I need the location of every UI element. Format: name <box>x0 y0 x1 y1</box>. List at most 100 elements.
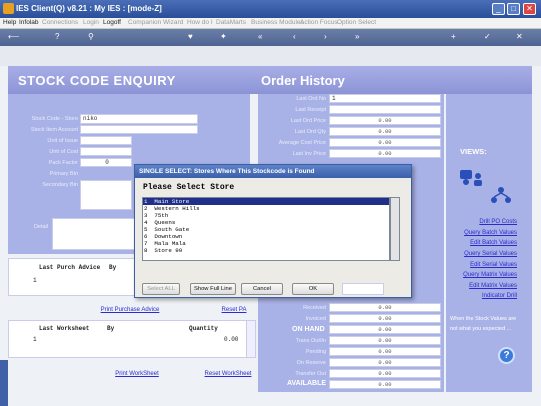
users-icon[interactable] <box>458 166 484 188</box>
pending-value: 0.00 <box>329 347 441 356</box>
search-icon[interactable]: ⚲ <box>88 32 94 41</box>
store-item[interactable]: 6 Downtown <box>143 233 389 240</box>
close-icon[interactable]: ✕ <box>516 32 523 41</box>
maximize-button[interactable]: □ <box>507 3 520 15</box>
store-select-dialog: SINGLE SELECT: Stores Where This Stockco… <box>134 164 412 298</box>
print-worksheet-link[interactable]: Print WorkSheet <box>112 371 162 377</box>
views-note-line2: not what you expected ... <box>450 326 512 332</box>
check-icon[interactable]: ✓ <box>484 32 491 41</box>
menu-item-wizard[interactable]: Wizard <box>163 19 183 26</box>
help-icon[interactable]: ? <box>55 32 59 41</box>
secondary-bin-field[interactable] <box>80 180 132 210</box>
pending-label: Pending <box>305 349 326 355</box>
views-title: VIEWS: <box>460 147 487 156</box>
menu-item-logoff[interactable]: Logoff <box>103 19 121 26</box>
heart-icon[interactable]: ♥ <box>188 32 193 41</box>
last-inv-price-value: 0.00 <box>329 149 441 158</box>
header-band <box>0 46 541 66</box>
stock-code-label: Stock Code - Store <box>31 116 78 122</box>
store-item[interactable]: 1 Main Store <box>143 198 389 205</box>
store-item[interactable]: 4 Queens <box>143 219 389 226</box>
ws-col-worksheet: Last Worksheet <box>39 325 90 332</box>
app-window: IES Client(Q) v8.21 : My IES : [mode-Z] … <box>0 0 541 406</box>
received-value: 0.00 <box>329 303 441 312</box>
query-serial-values-link[interactable]: Query Serial Values <box>446 251 517 257</box>
received-label: Received <box>303 305 326 311</box>
hierarchy-icon[interactable] <box>490 186 512 204</box>
back-icon[interactable]: ⟵ <box>8 32 19 41</box>
ws-row-number: 1 <box>33 336 37 343</box>
reset-worksheet-link[interactable]: Reset WorkSheet <box>200 371 256 377</box>
edit-batch-values-link[interactable]: Edit Batch Values <box>446 240 517 246</box>
unit-of-cost-field[interactable] <box>80 147 132 156</box>
invoiced-label: Invoiced <box>305 316 327 322</box>
rewind-icon[interactable]: « <box>258 32 262 41</box>
window-title: IES Client(Q) v8.21 : My IES : [mode-Z] <box>16 4 162 13</box>
last-ord-no-label: Last Ord No <box>296 96 326 102</box>
stock-code-field[interactable]: niko <box>80 114 198 124</box>
available-label: AVAILABLE <box>287 380 327 387</box>
dialog-input[interactable] <box>342 283 384 295</box>
select-all-button[interactable]: Select ALL <box>142 283 180 295</box>
reset-pa-link[interactable]: Reset PA <box>214 307 254 313</box>
primary-bin-label: Primary Bin <box>49 171 78 177</box>
on-hand-value: 0.00 <box>329 325 441 334</box>
store-item[interactable]: 3 75th <box>143 212 389 219</box>
last-ord-qty-label: Last Ord Qty <box>294 129 326 135</box>
plus-icon[interactable]: + <box>451 32 456 41</box>
menu-item-connections[interactable]: Connections <box>42 19 78 26</box>
prev-icon[interactable]: ‹ <box>293 32 296 41</box>
print-purchase-advice-link[interactable]: Print Purchase Advice <box>96 307 164 313</box>
menu-item-login[interactable]: Login <box>83 19 99 26</box>
last-ord-price-value: 0.00 <box>329 116 441 125</box>
trans-out-in-label: Trans Out/In <box>295 338 326 344</box>
menu-item-companion[interactable]: Companion <box>128 19 161 26</box>
indicator-drill-link[interactable]: Indicator Drill <box>446 293 517 299</box>
edit-matrix-values-link[interactable]: Edit Matrix Values <box>446 283 517 289</box>
page-title: STOCK CODE ENQUIRY <box>18 73 176 88</box>
pack-factor-field[interactable]: 0 <box>80 158 132 167</box>
dialog-heading: Please Select Store <box>143 183 235 192</box>
pack-factor-label: Pack Factor <box>48 160 78 166</box>
menu-item-action-focus[interactable]: Action Focus <box>300 19 338 26</box>
unit-of-issue-field[interactable] <box>80 136 132 145</box>
drill-po-costs-link[interactable]: Drill PO Costs <box>446 219 517 225</box>
edit-serial-values-link[interactable]: Edit Serial Values <box>446 262 517 268</box>
on-hand-label: ON HAND <box>292 326 325 333</box>
menu-item-datamarts[interactable]: DataMarts <box>216 19 246 26</box>
menu-item-business-modules[interactable]: Business Modules <box>251 19 304 26</box>
store-list: 1 Main Store 2 Western Hills 3 75th 4 Qu… <box>142 197 390 261</box>
menu-item-help[interactable]: Help <box>3 19 16 26</box>
help-circle-icon[interactable]: ? <box>498 347 515 364</box>
show-full-line-button[interactable]: Show Full Line <box>190 283 236 295</box>
query-matrix-values-link[interactable]: Query Matrix Values <box>446 272 517 278</box>
unit-of-issue-label: Unit of Issue <box>47 138 78 144</box>
title-bar: IES Client(Q) v8.21 : My IES : [mode-Z] … <box>0 0 541 18</box>
average-cost-price-label: Average Cost Price <box>278 140 326 146</box>
invoiced-value: 0.00 <box>329 314 441 323</box>
star-icon[interactable]: ✦ <box>220 32 227 41</box>
dialog-title: SINGLE SELECT: Stores Where This Stockco… <box>135 165 411 178</box>
store-item[interactable]: 7 Mala Mala <box>143 240 389 247</box>
minimize-button[interactable]: _ <box>492 3 505 15</box>
store-item[interactable]: 2 Western Hills <box>143 205 389 212</box>
query-batch-values-link[interactable]: Query Batch Values <box>446 230 517 236</box>
store-item[interactable]: 8 Store 99 <box>143 247 389 254</box>
ws-scrollbar[interactable] <box>246 321 255 357</box>
menu-item-how-do-i[interactable]: How do I <box>187 19 213 26</box>
next-icon[interactable]: › <box>324 32 327 41</box>
ws-col-by: By <box>107 325 115 332</box>
last-receipt-label: Last Receipt <box>295 107 326 113</box>
ok-button[interactable]: OK <box>292 283 334 295</box>
cancel-button[interactable]: Cancel <box>241 283 283 295</box>
store-item[interactable]: 5 South Gate <box>143 226 389 233</box>
menu-item-option-select[interactable]: Option Select <box>337 19 376 26</box>
menu-item-infolab[interactable]: Infolab <box>19 19 39 26</box>
stock-item-account-field[interactable] <box>80 125 198 134</box>
close-window-button[interactable]: ✕ <box>523 3 536 15</box>
stock-item-account-label: Stock Item Account <box>30 127 78 133</box>
store-list-scrollbar[interactable] <box>390 197 400 261</box>
toolbar: ⟵ ? ⚲ ♥ ✦ « ‹ › » + ✓ ✕ <box>0 29 541 46</box>
forward-icon[interactable]: » <box>355 32 359 41</box>
ws-col-quantity: Quantity <box>189 325 218 332</box>
